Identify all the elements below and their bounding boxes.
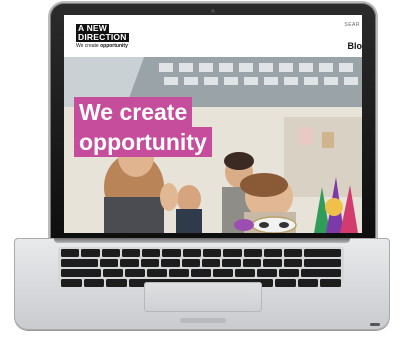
front-notch (180, 318, 226, 323)
headline-line-2: opportunity (74, 127, 212, 157)
status-led-icon (370, 323, 380, 326)
site-logo[interactable]: A NEW DIRECTION We create opportunity (76, 24, 142, 49)
laptop-lid: A NEW DIRECTION We create opportunity SE… (50, 3, 376, 241)
trackpad (144, 282, 262, 312)
laptop-base (14, 238, 390, 330)
headline-line-1: We create (74, 97, 193, 127)
webcam-icon (211, 9, 215, 13)
search-link[interactable]: SEAR (344, 22, 360, 28)
keyboard (58, 247, 344, 287)
hero-banner: We create opportunity (64, 57, 362, 233)
logo-line-2: DIRECTION (76, 32, 129, 42)
hero-headline: We create opportunity (74, 97, 274, 157)
logo-tagline: We create opportunity (76, 43, 142, 49)
nav-link-blog[interactable]: Blo (348, 41, 363, 51)
logo-tagline-prefix: We create (76, 43, 101, 49)
laptop-screen: A NEW DIRECTION We create opportunity SE… (64, 15, 362, 233)
laptop-hinge (54, 238, 350, 243)
site-header: A NEW DIRECTION We create opportunity SE… (64, 15, 362, 57)
logo-tagline-bold: opportunity (100, 43, 128, 49)
laptop-mockup: A NEW DIRECTION We create opportunity SE… (0, 0, 404, 341)
